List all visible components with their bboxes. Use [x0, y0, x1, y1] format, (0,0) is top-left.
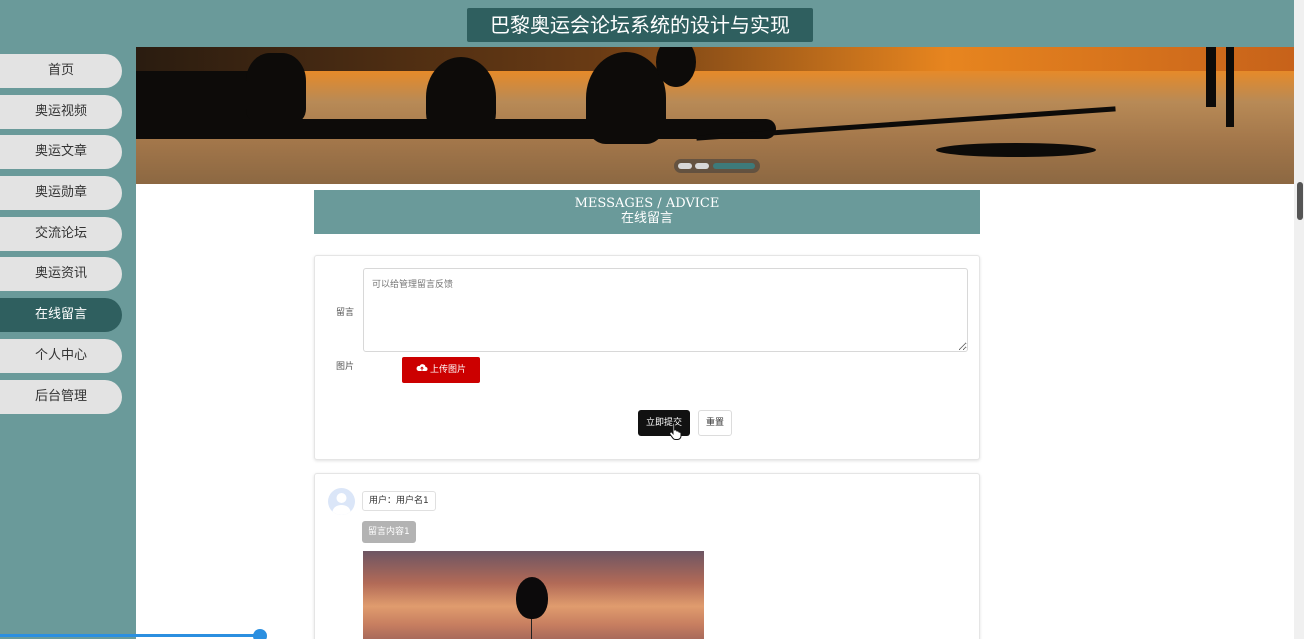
- message-image: [363, 551, 704, 639]
- nav-item-articles[interactable]: 奥运文章: [0, 135, 122, 169]
- message-list: 用户：用户名1 留言内容1: [314, 473, 980, 639]
- bottom-progress-bar: [0, 634, 260, 637]
- scrollbar-thumb[interactable]: [1297, 182, 1303, 220]
- sidebar: 首页 奥运视频 奥运文章 奥运勋章 交流论坛 奥运资讯 在线留言 个人中心 后台…: [0, 47, 136, 639]
- nav-item-messages[interactable]: 在线留言: [0, 298, 122, 332]
- upload-image-button[interactable]: 上传图片: [402, 357, 480, 383]
- nav-item-home[interactable]: 首页: [0, 54, 122, 88]
- section-title-en: MESSAGES / ADVICE: [574, 196, 720, 211]
- nav-item-forum[interactable]: 交流论坛: [0, 217, 122, 251]
- upload-image-label: 上传图片: [429, 365, 466, 375]
- section-title-cn: 在线留言: [620, 211, 673, 226]
- header-bar: 巴黎奥运会论坛系统的设计与实现: [0, 0, 1294, 47]
- message-input[interactable]: [363, 268, 968, 352]
- message-username: 用户：用户名1: [362, 491, 436, 511]
- carousel-dot-3[interactable]: [713, 163, 755, 169]
- balloon-string: [531, 619, 532, 639]
- banner-silhouette: [936, 143, 1096, 157]
- bottom-progress-knob[interactable]: [253, 629, 267, 639]
- banner-carousel[interactable]: [136, 47, 1294, 184]
- banner-silhouette: [136, 119, 776, 139]
- nav-item-admin[interactable]: 后台管理: [0, 380, 122, 414]
- message-content: 留言内容1: [362, 521, 416, 543]
- reset-button[interactable]: 重置: [698, 410, 732, 436]
- message-label: 留言: [336, 308, 355, 318]
- cloud-upload-icon: [416, 364, 428, 371]
- message-form: 留言 图片 上传图片 立即提交 重置: [314, 255, 980, 460]
- nav-item-news[interactable]: 奥运资讯: [0, 257, 122, 291]
- nav-item-medals[interactable]: 奥运勋章: [0, 176, 122, 210]
- scrollbar[interactable]: [1294, 0, 1304, 639]
- nav-item-profile[interactable]: 个人中心: [0, 339, 122, 373]
- banner-sky: [136, 47, 1294, 71]
- banner-silhouette: [1206, 47, 1216, 107]
- balloon-shape: [516, 577, 548, 619]
- carousel-dot-2[interactable]: [695, 163, 709, 169]
- image-label: 图片: [336, 362, 355, 372]
- section-header: MESSAGES / ADVICE 在线留言: [314, 190, 980, 234]
- user-avatar-icon: [328, 488, 355, 515]
- banner-silhouette: [1226, 47, 1234, 127]
- carousel-indicator: [674, 159, 760, 173]
- site-title: 巴黎奥运会论坛系统的设计与实现: [467, 8, 813, 42]
- nav-item-videos[interactable]: 奥运视频: [0, 95, 122, 129]
- carousel-dot-1[interactable]: [678, 163, 692, 169]
- banner-silhouette: [246, 53, 306, 123]
- pointer-cursor-icon: [669, 422, 682, 440]
